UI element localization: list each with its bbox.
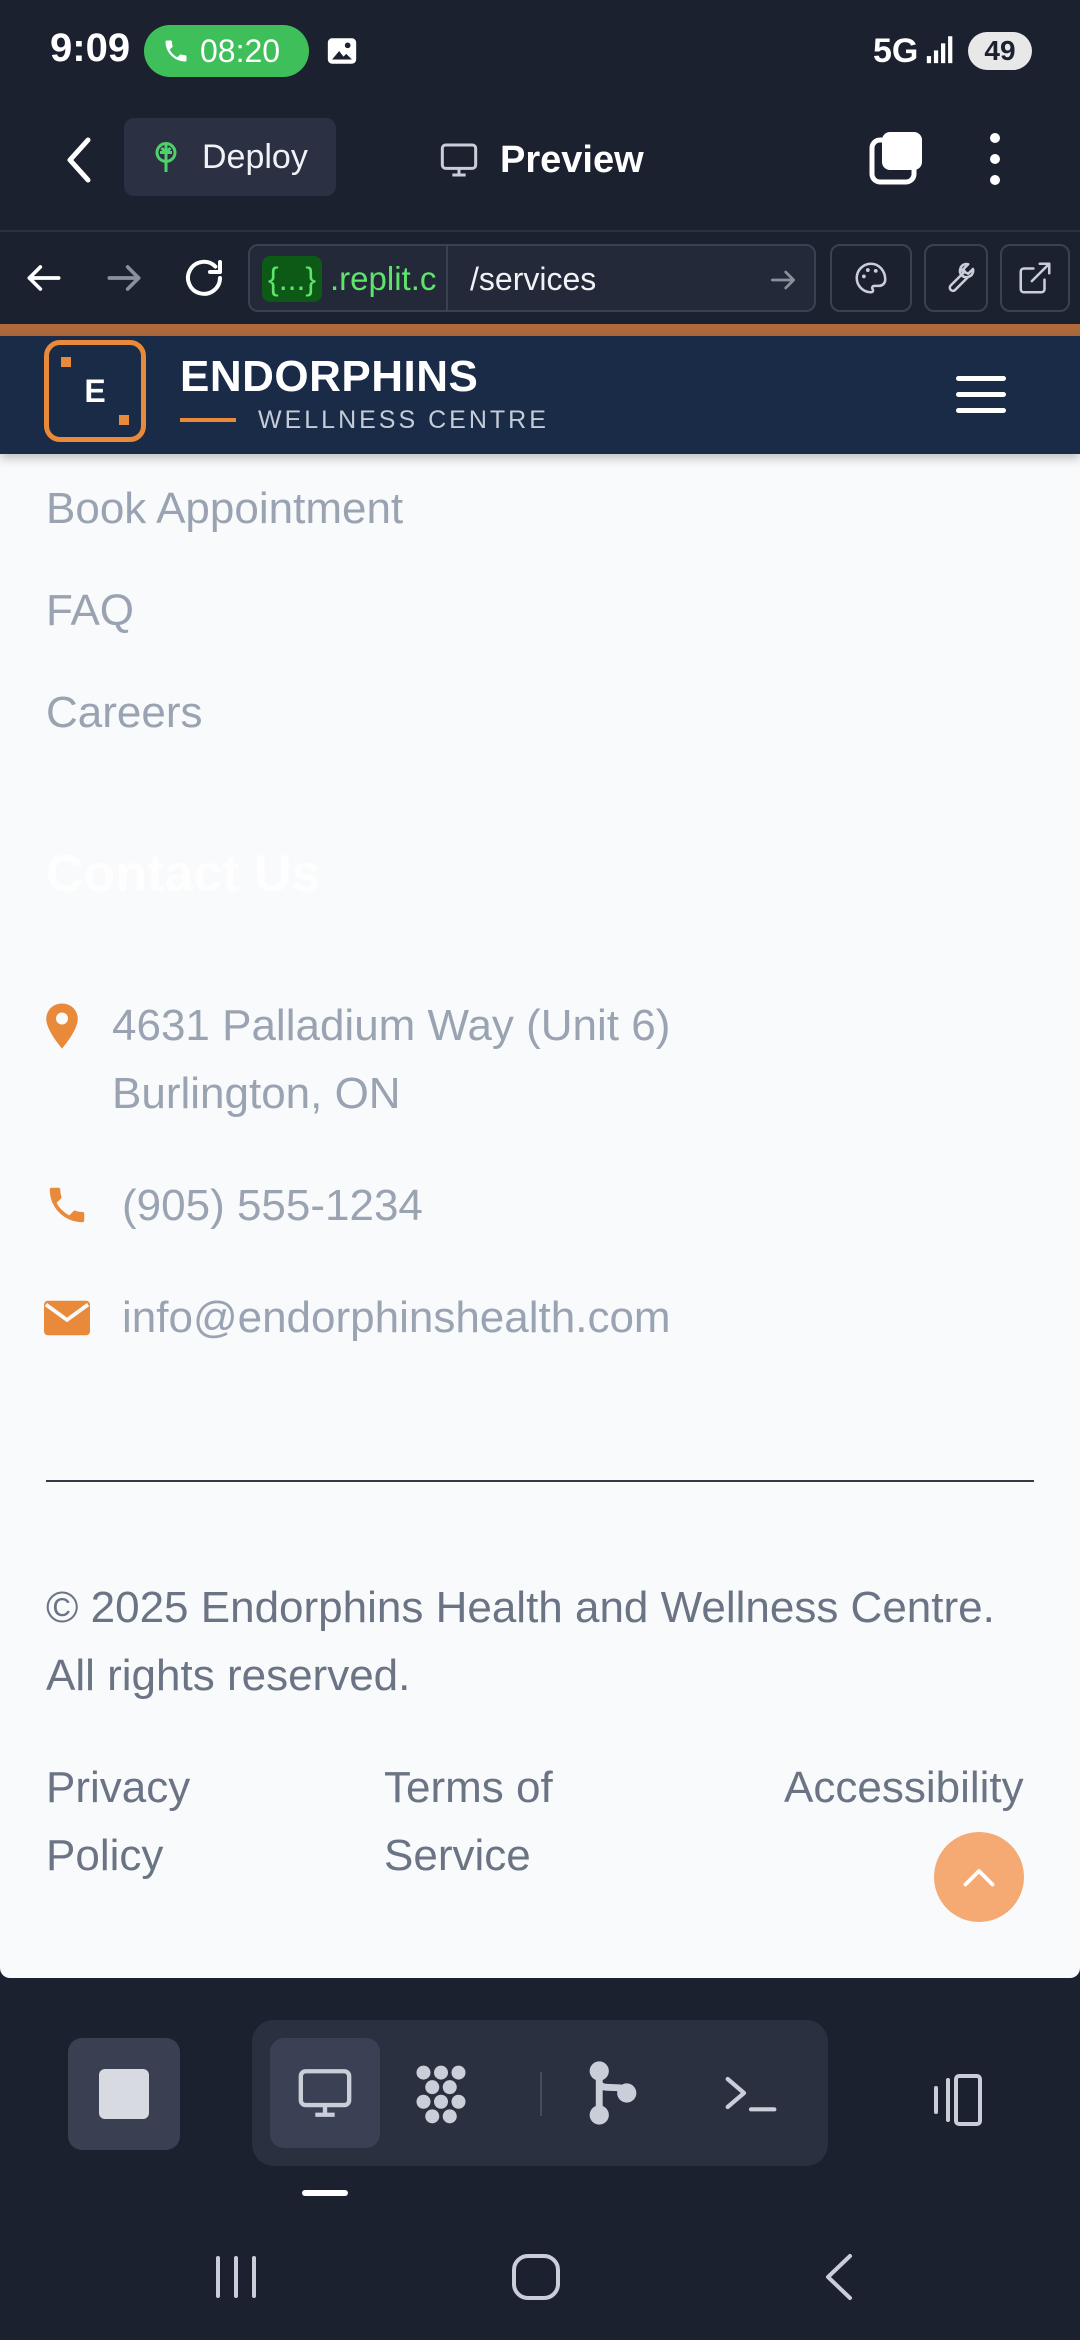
- status-time: 9:09: [50, 26, 131, 70]
- menu-icon[interactable]: [956, 376, 1006, 414]
- scroll-to-top-button[interactable]: [934, 1832, 1024, 1922]
- monitor-icon: [298, 2069, 352, 2117]
- contact-heading: Contact Us: [46, 845, 321, 903]
- app-header: Deploy Preview: [0, 100, 1080, 230]
- map-pin-icon: [46, 1003, 78, 1049]
- chevron-up-icon: [963, 1869, 995, 1887]
- privacy-policy-link[interactable]: Privacy Policy: [46, 1754, 190, 1890]
- address-row: 4631 Palladium Way (Unit 6) Burlington, …: [44, 992, 670, 1128]
- phone-row[interactable]: (905) 555-1234: [44, 1172, 423, 1240]
- accessibility-link[interactable]: Accessibility: [784, 1754, 1024, 1822]
- phone-icon: [49, 1187, 85, 1223]
- system-navigation-bar: [0, 2210, 1080, 2340]
- theme-button[interactable]: [830, 244, 912, 312]
- open-external-button[interactable]: [1000, 244, 1070, 312]
- palette-icon: [855, 262, 887, 294]
- tabs-icon[interactable]: [866, 128, 926, 188]
- stop-button[interactable]: [68, 2038, 180, 2150]
- arrow-left-icon[interactable]: [22, 256, 66, 300]
- phone-icon: [165, 40, 187, 62]
- logo-dot: [119, 415, 129, 425]
- monitor-icon: [440, 143, 478, 177]
- terminal-icon: [725, 2076, 777, 2112]
- brand-subtitle: WELLNESS CENTRE: [258, 406, 549, 434]
- preview-tab[interactable]: Preview: [438, 130, 644, 190]
- envelope-icon: [44, 1300, 90, 1336]
- recent-apps-icon[interactable]: [206, 2250, 266, 2304]
- footer-link-book-appointment[interactable]: Book Appointment: [46, 484, 403, 534]
- url-input[interactable]: {...} .replit.c /services: [248, 244, 816, 312]
- address-line-1: 4631 Palladium Way (Unit 6): [112, 1001, 671, 1050]
- deploy-icon: [155, 142, 177, 172]
- site-logo[interactable]: E: [44, 340, 146, 442]
- email-address[interactable]: info@endorphinshealth.com: [122, 1284, 671, 1352]
- devtools-button[interactable]: [924, 244, 988, 312]
- wrench-icon: [948, 262, 975, 293]
- url-badge: {...}: [262, 256, 323, 302]
- git-tool-button[interactable]: [558, 2038, 668, 2148]
- tool-separator: [540, 2072, 542, 2116]
- copyright-text: © 2025 Endorphins Health and Wellness Ce…: [46, 1583, 995, 1700]
- preview-label: Preview: [500, 138, 644, 181]
- agent-tool-button[interactable]: [386, 2038, 496, 2148]
- brand-name[interactable]: ENDORPHINS: [180, 352, 478, 402]
- tool-switcher: [252, 2020, 828, 2166]
- back-icon[interactable]: [56, 130, 106, 190]
- terms-label-2: Service: [384, 1831, 531, 1880]
- accent-strip: [0, 324, 1080, 336]
- signal-icon: [926, 36, 953, 64]
- agent-icon: [416, 2065, 466, 2124]
- status-bar: 9:09 08:20 5G 49: [0, 0, 1080, 100]
- ongoing-call-chip[interactable]: 08:20: [144, 25, 309, 77]
- address-line-2: Burlington, ON: [112, 1069, 401, 1118]
- arrow-right-icon[interactable]: [102, 256, 146, 300]
- system-back-icon[interactable]: [810, 2250, 870, 2304]
- email-row[interactable]: info@endorphinshealth.com: [44, 1284, 671, 1352]
- deploy-button[interactable]: Deploy: [124, 118, 336, 196]
- bottom-toolbar: [0, 1978, 1080, 2210]
- url-separator: [446, 246, 448, 310]
- preview-tool-button[interactable]: [270, 2038, 380, 2148]
- phone-number[interactable]: (905) 555-1234: [122, 1172, 423, 1240]
- image-notification-icon: [327, 38, 357, 64]
- url-domain: .replit.c: [330, 260, 437, 297]
- more-options-icon[interactable]: [980, 128, 1010, 190]
- logo-dot: [61, 357, 71, 367]
- split-layout-icon[interactable]: [920, 2070, 990, 2130]
- battery-indicator: 49: [968, 32, 1032, 70]
- url-path: /services: [470, 261, 597, 297]
- reload-icon[interactable]: [180, 254, 228, 302]
- call-timer: 08:20: [200, 32, 281, 69]
- site-navbar: E ENDORPHINS WELLNESS CENTRE: [0, 336, 1080, 454]
- terms-label-1: Terms of: [384, 1763, 553, 1812]
- footer-link-careers[interactable]: Careers: [46, 688, 203, 738]
- website-preview: E ENDORPHINS WELLNESS CENTRE Book Appoin…: [0, 324, 1080, 1978]
- browser-url-bar: {...} .replit.c /services: [0, 230, 1080, 324]
- logo-letter: E: [84, 373, 106, 409]
- privacy-label-1: Privacy: [46, 1763, 191, 1812]
- external-link-icon: [1019, 262, 1051, 294]
- stop-icon: [99, 2069, 149, 2119]
- network-type: 5G: [873, 32, 919, 70]
- address-text: 4631 Palladium Way (Unit 6) Burlington, …: [112, 992, 670, 1128]
- go-arrow-icon[interactable]: [766, 264, 800, 296]
- deploy-label: Deploy: [202, 137, 308, 176]
- home-icon[interactable]: [506, 2250, 566, 2304]
- brand-underline: [180, 418, 236, 422]
- active-tab-indicator: [302, 2190, 348, 2196]
- shell-tool-button[interactable]: [696, 2038, 806, 2148]
- footer-link-faq[interactable]: FAQ: [46, 586, 134, 636]
- privacy-label-2: Policy: [46, 1831, 164, 1880]
- terms-of-service-link[interactable]: Terms of Service: [384, 1754, 553, 1890]
- git-branch-icon: [589, 2061, 637, 2125]
- footer-divider: [46, 1480, 1034, 1482]
